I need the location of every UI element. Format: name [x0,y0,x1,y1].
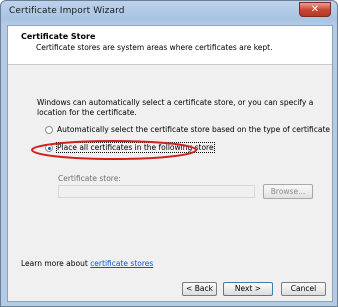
place-all-label[interactable]: Place all certificates in the following … [56,142,215,153]
title-bar[interactable]: Certificate Import Wizard ✕ [1,1,337,23]
auto-select-label[interactable]: Automatically select the certificate sto… [57,125,330,134]
wizard-client-area: Certificate Store Certificate stores are… [7,25,333,302]
learn-more-prefix: Learn more about [21,259,91,268]
certificate-import-wizard-window: Certificate Import Wizard ✕ Certificate … [0,0,338,307]
window-title: Certificate Import Wizard [9,6,125,16]
browse-button[interactable]: Browse... [263,184,313,199]
certificate-stores-link[interactable]: certificate stores [90,259,153,268]
page-subtitle: Certificate stores are system areas wher… [36,43,273,52]
wizard-body: Windows can automatically select a certi… [8,65,332,301]
learn-more-text: Learn more about certificate stores [21,259,153,268]
certificate-store-field[interactable] [58,185,255,198]
close-icon: ✕ [310,4,320,15]
cancel-button[interactable]: Cancel [281,282,326,296]
close-button[interactable]: ✕ [299,2,331,17]
page-title: Certificate Store [21,32,96,41]
store-description: Windows can automatically select a certi… [37,98,314,117]
auto-select-radio[interactable] [45,126,53,134]
certificate-store-label: Certificate store: [58,174,121,183]
next-button[interactable]: Next > [223,282,273,296]
place-all-radio[interactable] [45,144,53,152]
back-button[interactable]: < Back [182,282,217,296]
wizard-header: Certificate Store Certificate stores are… [8,26,332,65]
